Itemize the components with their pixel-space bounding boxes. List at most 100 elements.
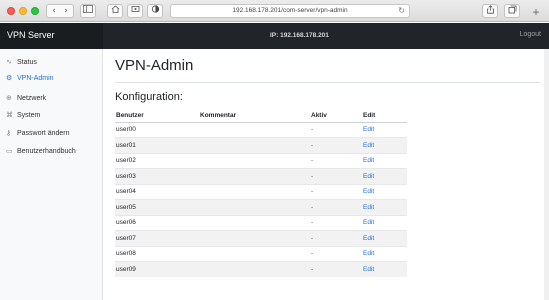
share-icon: [486, 5, 494, 14]
forward-icon[interactable]: ›: [60, 5, 72, 17]
table-row: user03 - Edit: [115, 168, 407, 184]
sidebar-item-label: Passwort ändern: [17, 130, 70, 137]
active-cell: -: [310, 152, 362, 169]
edit-link[interactable]: Edit: [362, 230, 407, 246]
user-cell: user07: [115, 230, 199, 246]
privacy-button[interactable]: [147, 4, 163, 18]
user-table: Benutzer Kommentar Aktiv Edit user00 - E…: [115, 109, 407, 277]
sidebar-item-system[interactable]: ⌘ System: [6, 111, 40, 123]
user-cell: user04: [115, 183, 199, 200]
column-header: Kommentar: [199, 109, 310, 123]
sidebar-item-vpn-admin[interactable]: ⚙ VPN-Admin: [6, 74, 54, 86]
sidebar-icon: [83, 5, 93, 13]
column-header: Aktiv: [310, 109, 362, 123]
ip-address: IP: 192.168.178.201: [270, 32, 329, 39]
user-cell: user06: [115, 214, 199, 231]
column-header: Edit: [362, 109, 407, 123]
page-title: VPN-Admin: [115, 57, 194, 74]
sidebar-toggle-button[interactable]: [80, 4, 96, 18]
sidebar: ∿ Status ⚙ VPN-Admin ⊕ Netzwerk ⌘ System ⚷ Pa…: [0, 49, 103, 300]
edit-link[interactable]: Edit: [362, 121, 407, 138]
comment-cell: [199, 152, 310, 169]
brand-area: VPN Server: [0, 23, 103, 49]
brand-link[interactable]: VPN Server: [7, 30, 55, 40]
edit-link[interactable]: Edit: [362, 214, 407, 231]
pulse-icon: ∿: [6, 58, 12, 66]
sidebar-item-label: System: [17, 112, 41, 119]
user-cell: user08: [115, 245, 199, 262]
edit-link[interactable]: Edit: [362, 137, 407, 153]
table-row: user08 - Edit: [115, 245, 407, 262]
table-row: user06 - Edit: [115, 214, 407, 231]
globe-icon: ⊕: [6, 94, 12, 102]
sidebar-item-netzwerk[interactable]: ⊕ Netzwerk: [6, 94, 46, 106]
table-row: user01 - Edit: [115, 137, 407, 153]
active-cell: -: [310, 137, 362, 153]
comment-cell: [199, 168, 310, 184]
extension-button[interactable]: [127, 4, 143, 18]
table-row: user04 - Edit: [115, 183, 407, 200]
gear-icon: ⚙: [6, 74, 13, 82]
table-header-row: Benutzer Kommentar Aktiv Edit: [115, 109, 407, 123]
edit-link[interactable]: Edit: [362, 152, 407, 169]
back-icon[interactable]: ‹: [48, 5, 60, 17]
active-cell: -: [310, 230, 362, 246]
active-cell: -: [310, 183, 362, 200]
minimize-window-button[interactable]: [19, 7, 27, 15]
command-icon: ⌘: [6, 111, 13, 119]
user-cell: user01: [115, 137, 199, 153]
edit-link[interactable]: Edit: [362, 261, 407, 277]
zoom-window-button[interactable]: [31, 7, 39, 15]
new-tab-icon[interactable]: +: [526, 4, 546, 22]
sidebar-item-status[interactable]: ∿ Status: [6, 58, 37, 70]
section-title: Konfiguration:: [115, 91, 183, 103]
sidebar-item-benutzerhandbuch[interactable]: ▭ Benutzerhandbuch: [6, 147, 76, 159]
key-icon: ⚷: [6, 129, 12, 137]
table-row: user00 - Edit: [115, 121, 407, 138]
active-cell: -: [310, 168, 362, 184]
active-cell: -: [310, 214, 362, 231]
extension-icon: [131, 6, 139, 12]
home-icon: [111, 5, 119, 13]
history-nav: ‹ ›: [46, 4, 74, 18]
edit-link[interactable]: Edit: [362, 245, 407, 262]
active-cell: -: [310, 261, 362, 277]
sidebar-item-label: Status: [17, 59, 37, 66]
home-button[interactable]: [107, 4, 123, 18]
edit-link[interactable]: Edit: [362, 183, 407, 200]
comment-cell: [199, 121, 310, 138]
sidebar-item-label: VPN-Admin: [17, 75, 54, 82]
table-row: user02 - Edit: [115, 152, 407, 169]
comment-cell: [199, 183, 310, 200]
comment-cell: [199, 245, 310, 262]
browser-window: ‹ › 192.168.178.201/com-server/vpn-admin …: [0, 0, 549, 300]
active-cell: -: [310, 199, 362, 215]
page-scrollbar[interactable]: [544, 49, 549, 300]
title-divider: [115, 82, 540, 83]
table-row: user07 - Edit: [115, 230, 407, 246]
sidebar-item-label: Benutzerhandbuch: [17, 148, 76, 155]
table-row: user09 - Edit: [115, 261, 407, 277]
sidebar-item-label: Netzwerk: [17, 95, 47, 102]
main-content: VPN-Admin Konfiguration: Benutzer Kommen…: [103, 49, 549, 300]
tab-overview-button[interactable]: [504, 4, 520, 18]
comment-cell: [199, 261, 310, 277]
reload-icon[interactable]: ↻: [398, 5, 405, 17]
contrast-icon: [151, 5, 159, 13]
user-cell: user03: [115, 168, 199, 184]
comment-cell: [199, 214, 310, 231]
edit-link[interactable]: Edit: [362, 168, 407, 184]
sidebar-item-passwort[interactable]: ⚷ Passwort ändern: [6, 129, 70, 141]
table-row: user05 - Edit: [115, 199, 407, 215]
browser-toolbar: ‹ › 192.168.178.201/com-server/vpn-admin …: [0, 0, 549, 22]
logout-link[interactable]: Logout: [520, 31, 541, 38]
column-header: Benutzer: [115, 109, 199, 123]
active-cell: -: [310, 245, 362, 262]
user-cell: user00: [115, 121, 199, 138]
address-bar[interactable]: 192.168.178.201/com-server/vpn-admin ↻: [170, 4, 410, 18]
close-window-button[interactable]: [7, 7, 15, 15]
share-button[interactable]: [482, 4, 498, 18]
edit-link[interactable]: Edit: [362, 199, 407, 215]
comment-cell: [199, 230, 310, 246]
user-cell: user02: [115, 152, 199, 169]
